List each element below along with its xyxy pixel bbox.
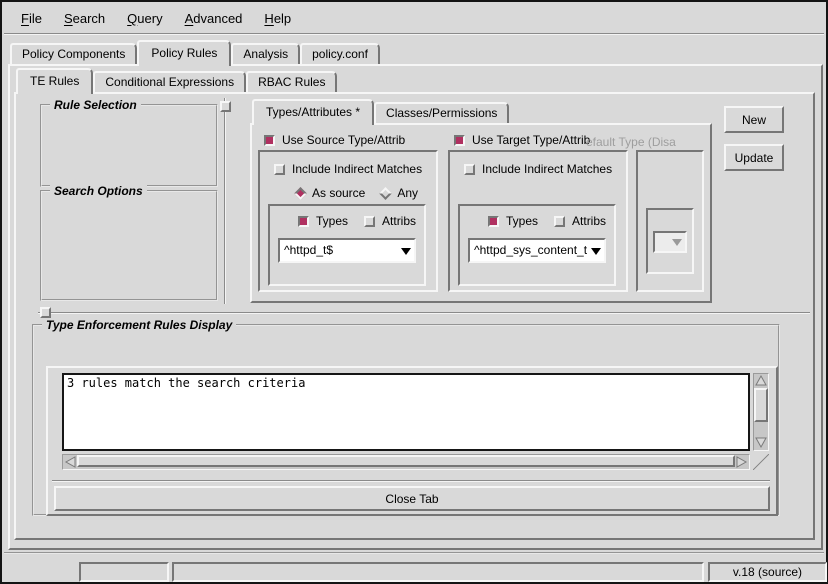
checkbox-indicator [364,216,375,227]
dropdown-arrow-icon [668,233,685,251]
results-summary: 3 rules match the search criteria [67,376,745,391]
status-stats-panel [172,562,704,582]
checkbox-indicator [264,135,275,146]
scroll-right-icon[interactable] [735,455,748,469]
default-type-inner-frame [646,208,694,274]
new-button[interactable]: New [724,106,784,133]
source-radio-row: As source Any [296,186,418,200]
search-options-title: Search Options [50,184,147,198]
checkbox-indicator [454,135,465,146]
rule-selection-group: Rule Selection [40,104,218,187]
any-radio[interactable]: Any [381,186,418,200]
tab-types-attributes[interactable]: Types/Attributes * [252,99,374,125]
source-type-value[interactable]: ^httpd_t$ [280,240,397,261]
results-text-area[interactable]: 3 rules match the search criteria [62,373,750,451]
default-type-combobox [653,231,687,253]
resize-corner-icon [753,454,769,470]
radio-indicator [294,187,307,200]
default-type-label: efault Type (Disa [586,135,704,149]
as-source-label: As source [312,186,365,200]
source-attribs-checkbox[interactable]: Attribs [364,214,416,228]
types-label: Types [316,214,348,228]
radio-indicator [379,187,392,200]
status-version-panel: v.18 (source) [708,562,827,582]
indirect-label: Include Indirect Matches [482,162,612,176]
main-tab-bar: Policy ComponentsPolicy RulesAnalysispol… [10,39,380,64]
results-vertical-scrollbar[interactable] [753,373,769,451]
rule-selection-title: Rule Selection [50,98,141,112]
tab-rbac-rules[interactable]: RBAC Rules [246,71,337,92]
menu-item-file[interactable]: File [10,7,53,30]
tab-policy-rules[interactable]: Policy Rules [137,40,231,66]
update-button[interactable]: Update [724,144,784,171]
close-tab-button[interactable]: Close Tab [54,486,770,511]
use-target-checkbox[interactable]: Use Target Type/Attrib [454,133,590,147]
tab-policy-conf[interactable]: policy.conf [300,43,380,64]
results-title: Type Enforcement Rules Display [42,318,236,332]
attribs-label: Attribs [382,214,416,228]
tab-conditional-expressions[interactable]: Conditional Expressions [93,71,246,92]
app-window: FileSearchQueryAdvancedHelp Policy Compo… [0,0,828,584]
use-source-checkbox[interactable]: Use Source Type/Attrib [264,133,405,147]
target-types-row: Types Attribs [488,214,606,228]
vertical-sash [224,98,226,304]
attribs-label: Attribs [572,214,606,228]
horizontal-sash-handle[interactable] [40,307,51,318]
tab-policy-components[interactable]: Policy Components [10,43,137,64]
target-types-frame: Types Attribs ^httpd_sys_content_t$ [458,204,616,286]
results-separator [52,480,770,482]
checkbox-indicator [298,216,309,227]
tab-classes-permissions[interactable]: Classes/Permissions [374,102,509,123]
dropdown-arrow-icon[interactable] [587,240,604,261]
use-source-label: Use Source Type/Attrib [282,133,405,147]
as-source-radio[interactable]: As source [296,186,365,200]
scrollbar-thumb[interactable] [754,388,768,422]
any-label: Any [397,186,418,200]
target-type-combobox[interactable]: ^httpd_sys_content_t$ [468,238,606,263]
menu-item-help[interactable]: Help [253,7,302,30]
menu-separator [4,33,824,35]
menu-item-search[interactable]: Search [53,7,116,30]
source-types-checkbox[interactable]: Types [298,214,348,228]
vertical-sash-handle[interactable] [220,101,231,112]
target-frame: Include Indirect Matches Types Attribs ^… [448,150,628,292]
scroll-up-icon[interactable] [754,374,768,387]
search-options-group: Search Options [40,190,218,301]
source-indirect-checkbox[interactable]: Include Indirect Matches [274,162,422,176]
target-types-checkbox[interactable]: Types [488,214,538,228]
source-types-frame: Types Attribs ^httpd_t$ [268,204,426,286]
source-frame: Include Indirect Matches As source Any T… [258,150,438,292]
menu-item-query[interactable]: Query [116,7,173,30]
checkbox-indicator [464,164,475,175]
scroll-left-icon[interactable] [64,455,77,469]
indirect-label: Include Indirect Matches [292,162,422,176]
use-target-label: Use Target Type/Attrib [472,133,590,147]
rule-tab-bar: TE RulesConditional ExpressionsRBAC Rule… [16,72,337,92]
types-attributes-tab-bar: Types/Attributes *Classes/Permissions [252,102,509,123]
target-type-value[interactable]: ^httpd_sys_content_t$ [470,240,587,261]
target-indirect-checkbox[interactable]: Include Indirect Matches [464,162,612,176]
source-type-combobox[interactable]: ^httpd_t$ [278,238,416,263]
scroll-down-icon[interactable] [754,436,768,449]
menu-item-advanced[interactable]: Advanced [174,7,254,30]
default-type-frame [636,150,704,292]
status-bar: v.18 (source) [4,552,824,580]
menu-bar: FileSearchQueryAdvancedHelp [4,4,824,32]
default-type-value [655,233,668,251]
status-empty-panel [79,562,169,582]
checkbox-indicator [554,216,565,227]
scrollbar-thumb[interactable] [77,455,735,467]
tab-analysis[interactable]: Analysis [231,43,300,64]
results-horizontal-scrollbar[interactable] [62,454,750,470]
types-label: Types [506,214,538,228]
tab-te-rules[interactable]: TE Rules [16,68,93,94]
target-attribs-checkbox[interactable]: Attribs [554,214,606,228]
dropdown-arrow-icon[interactable] [397,240,414,261]
source-types-row: Types Attribs [298,214,416,228]
horizontal-sash [38,312,810,314]
checkbox-indicator [488,216,499,227]
checkbox-indicator [274,164,285,175]
